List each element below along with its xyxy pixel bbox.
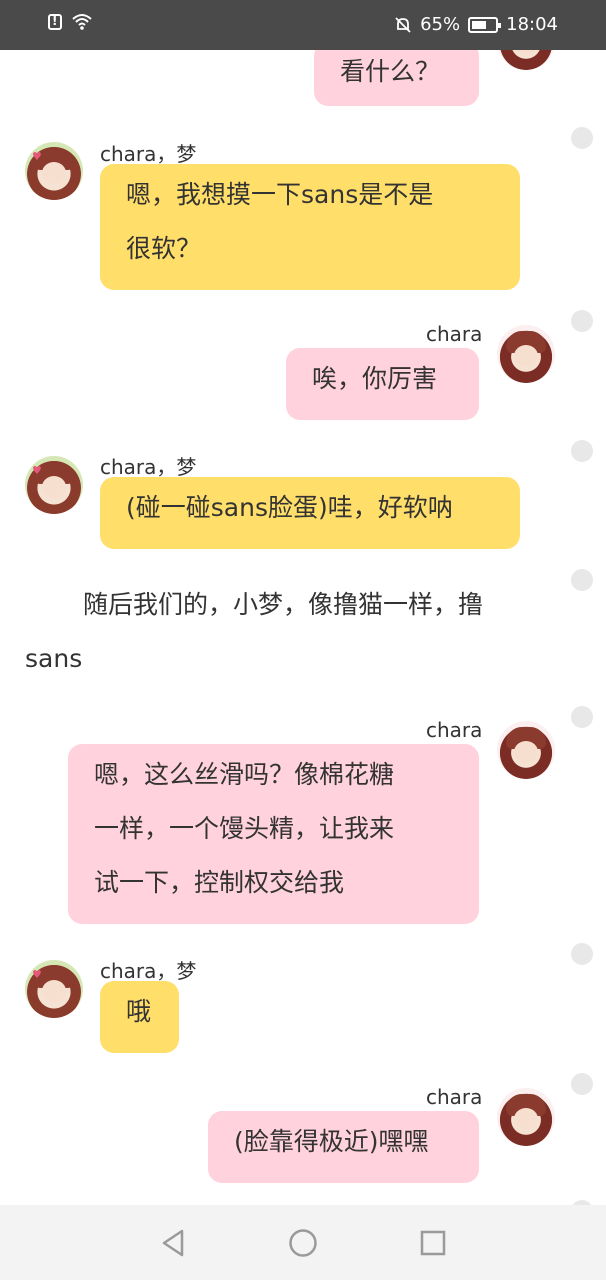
avatar-chara-meng[interactable]: ♥ — [25, 960, 83, 1018]
battery-percent: 65% — [420, 14, 461, 35]
message-bubble[interactable]: (脸靠得极近)嘿嘿 — [208, 1111, 479, 1183]
mute-bell-icon — [395, 16, 411, 33]
avatar-chara[interactable] — [497, 1088, 555, 1146]
narration-line: sans — [25, 644, 83, 673]
avatar-chara-meng[interactable]: ♥ — [25, 456, 83, 514]
message-bubble[interactable]: 嗯，这么丝滑吗？像棉花糖 一样，一个馒头精，让我来 试一下，控制权交给我 — [68, 744, 479, 924]
avatar-chara-meng[interactable]: ♥ — [25, 142, 83, 200]
back-triangle-icon — [162, 1229, 184, 1256]
avatar-chara[interactable] — [497, 50, 555, 70]
select-dot[interactable] — [571, 440, 593, 462]
recents-button[interactable] — [413, 1223, 453, 1263]
wifi-icon — [72, 14, 92, 30]
home-circle-icon — [289, 1228, 317, 1257]
select-dot[interactable] — [571, 706, 593, 728]
sender-name: chara — [426, 1085, 483, 1109]
avatar-chara[interactable] — [497, 325, 555, 383]
message-bubble[interactable]: 看什么？ — [314, 50, 479, 106]
status-bar: 65% 18:04 — [0, 0, 606, 50]
message-bubble[interactable]: 哦 — [100, 981, 179, 1053]
alert-icon — [48, 14, 62, 30]
back-button[interactable] — [153, 1223, 193, 1263]
navigation-bar — [0, 1205, 606, 1280]
sender-name: chara，梦 — [100, 142, 197, 166]
message-bubble[interactable]: (碰一碰sans脸蛋)哇，好软呐 — [100, 477, 520, 549]
chat-area[interactable]: 看什么？ ♥ chara，梦 嗯，我想摸一下sans是不是 很软？ chara … — [0, 50, 606, 1205]
select-dot[interactable] — [571, 569, 593, 591]
narration-line: 随后我们的，小梦，像撸猫一样，撸 — [83, 590, 484, 619]
clock: 18:04 — [506, 14, 558, 35]
sender-name: chara — [426, 718, 483, 742]
sender-name: chara，梦 — [100, 455, 197, 479]
recents-square-icon — [420, 1230, 446, 1255]
sender-name: chara，梦 — [100, 959, 197, 983]
select-dot[interactable] — [571, 127, 593, 149]
select-dot[interactable] — [571, 310, 593, 332]
battery-icon — [468, 16, 502, 33]
avatar-chara[interactable] — [497, 721, 555, 779]
select-dot[interactable] — [571, 943, 593, 965]
sender-name: chara — [426, 322, 483, 346]
home-button[interactable] — [283, 1223, 323, 1263]
message-bubble[interactable]: 唉，你厉害 — [286, 348, 479, 420]
select-dot[interactable] — [571, 1073, 593, 1095]
message-bubble[interactable]: 嗯，我想摸一下sans是不是 很软？ — [100, 164, 520, 290]
